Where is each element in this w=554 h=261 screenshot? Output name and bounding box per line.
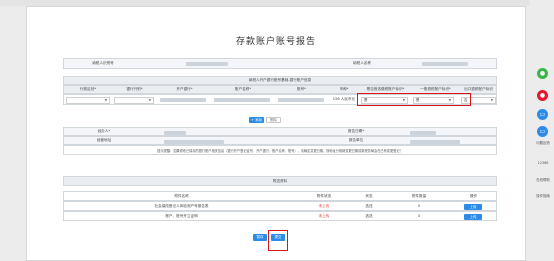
wechat-icon[interactable]: ●: [537, 68, 548, 79]
attachment-file-status: 未上传: [318, 203, 330, 208]
taxpayer-name-value: [422, 62, 468, 66]
print-icon[interactable]: ▭: [537, 109, 548, 120]
table-row: 账户、账号开立证明 未上传 选送 0 上传: [63, 211, 497, 221]
col-attachment-action: 操作: [469, 193, 478, 198]
report-form: 存款账户账号报告 纳税人识别号 纳税人名称 纳税人开户银行账号基础-银行账户信息…: [26, 6, 526, 261]
col-bank-type: 银行行别*: [126, 87, 143, 91]
submit-highlight-box: [268, 230, 288, 251]
col-attachment-name: 附件名称: [174, 193, 189, 198]
col-attachment-state: 状态: [365, 193, 373, 198]
address-label: 经营地址: [96, 138, 112, 142]
accounts-section: 纳税人开户银行账号基础-银行账户信息: [63, 76, 497, 85]
report-date-value: [410, 130, 436, 135]
bank-value: [160, 98, 206, 102]
account-no-value: [278, 98, 324, 102]
highlight-box: [357, 93, 471, 106]
add-account-button[interactable]: + 添加: [249, 117, 264, 123]
taxpayer-name-label: 纳税人名称: [353, 61, 371, 65]
attachment-state: 选送: [365, 203, 373, 208]
col-region: 行政区划*: [79, 87, 97, 91]
report-unit-label: 报告单位: [348, 138, 364, 142]
address-row: 经营地址 报告单位: [63, 136, 497, 145]
chevron-down-icon: ▼: [490, 98, 493, 102]
region-select[interactable]: ▼: [66, 96, 110, 104]
help-link[interactable]: 在线帮助: [532, 178, 554, 182]
attachments-section: 附送资料: [63, 176, 497, 186]
accounts-section-title: 纳税人开户银行账号基础-银行账户信息: [248, 78, 312, 82]
table-row: 社会保险登记人体检测户号报告表 未上传 选送 0 上传: [63, 201, 497, 211]
report-unit-value: [410, 139, 460, 144]
attachments-section-title: 附送资料: [272, 178, 288, 183]
col-export-refund: 出口退税账户标识: [464, 87, 493, 91]
attachments-header: 附件名称 附件状态 状态 附件数量 操作: [63, 191, 497, 201]
print-icon[interactable]: ▭: [537, 126, 548, 137]
weibo-icon[interactable]: ●: [537, 90, 548, 101]
upload-button[interactable]: 上传: [464, 204, 482, 210]
col-attachment-count: 附件数量: [411, 193, 427, 198]
col-attachment-file-status: 附件状态: [316, 193, 332, 198]
taxpayer-id-value: [186, 62, 228, 66]
attachment-count: 0: [417, 214, 421, 218]
page-title: 存款账户账号报告: [235, 37, 316, 47]
report-date-label: 报告日期*: [347, 129, 365, 133]
attachment-file-status: 未上传: [318, 213, 330, 218]
col-account-no: 账号*: [297, 87, 306, 91]
account-name-value: [214, 98, 270, 102]
taxpayer-row: 纳税人识别号 纳税人名称: [63, 58, 497, 69]
currency-value: 156 人民币元: [332, 97, 356, 101]
delete-account-button[interactable]: 删除: [266, 117, 281, 123]
attachment-name: 社会保险登记人体检测户号报告表: [154, 203, 209, 208]
agent-label: 经办人*: [97, 129, 111, 133]
col-bank: 开户银行*: [176, 87, 193, 91]
col-first-tax: 是否首选缴税账户标识*: [366, 87, 405, 91]
taxpayer-id-label: 纳税人识别号: [92, 61, 114, 65]
address-value: [164, 139, 224, 144]
tip-text: 提示提醒：如果修改已保存的银行账户相关信息（银行开户登记证号、开户银行、账户名称…: [157, 148, 403, 153]
col-general-refund: 一般退税账户标识*: [420, 87, 451, 91]
agent-value: [164, 130, 186, 135]
bank-type-select[interactable]: ▼: [114, 96, 154, 104]
attachment-count: 0: [417, 204, 421, 208]
tip-row: 提示提醒：如果修改已保存的银行账户相关信息（银行开户登记证号、开户银行、账户名称…: [63, 145, 497, 155]
attachment-name: 账户、账号开立证明: [165, 213, 198, 218]
col-account-name: 账户名称*: [234, 87, 252, 91]
col-currency: 币种*: [339, 87, 349, 91]
agent-row: 经办人* 报告日期*: [63, 127, 497, 136]
upload-button[interactable]: 上传: [464, 214, 482, 220]
hotline-link[interactable]: 12366: [532, 161, 554, 165]
guide-link[interactable]: 操作指南: [532, 194, 554, 198]
feedback-link[interactable]: 问题反馈: [532, 141, 554, 145]
page: 存款账户账号报告 纳税人识别号 纳税人名称 纳税人开户银行账号基础-银行账户信息…: [0, 0, 554, 261]
save-draft-button[interactable]: 暂存: [253, 234, 267, 241]
attachment-state: 选送: [365, 213, 373, 218]
